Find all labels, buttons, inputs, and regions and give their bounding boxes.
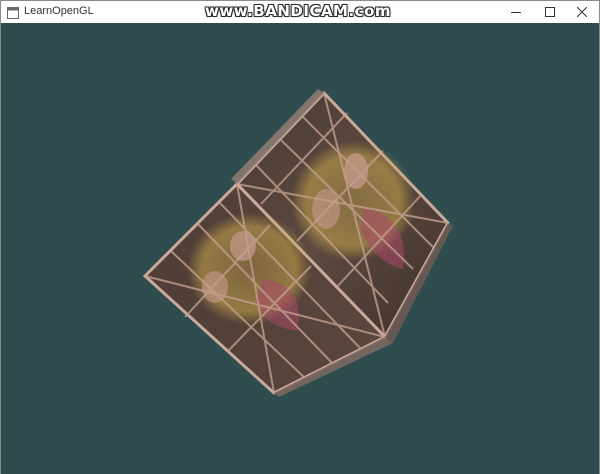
maximize-icon	[545, 7, 555, 17]
close-icon	[577, 7, 587, 17]
application-window: LearnOpenGL www.BANDICAM.com	[0, 0, 600, 474]
minimize-button[interactable]	[499, 1, 533, 23]
recording-watermark: www.BANDICAM.com	[205, 2, 392, 20]
rendered-scene	[142, 89, 453, 397]
title-bar[interactable]: LearnOpenGL www.BANDICAM.com	[1, 1, 599, 23]
close-button[interactable]	[565, 1, 599, 23]
maximize-button[interactable]	[533, 1, 567, 23]
app-window-icon	[7, 6, 19, 19]
opengl-viewport[interactable]	[1, 23, 599, 474]
window-title: LearnOpenGL	[24, 5, 94, 17]
minimize-icon	[511, 12, 521, 13]
